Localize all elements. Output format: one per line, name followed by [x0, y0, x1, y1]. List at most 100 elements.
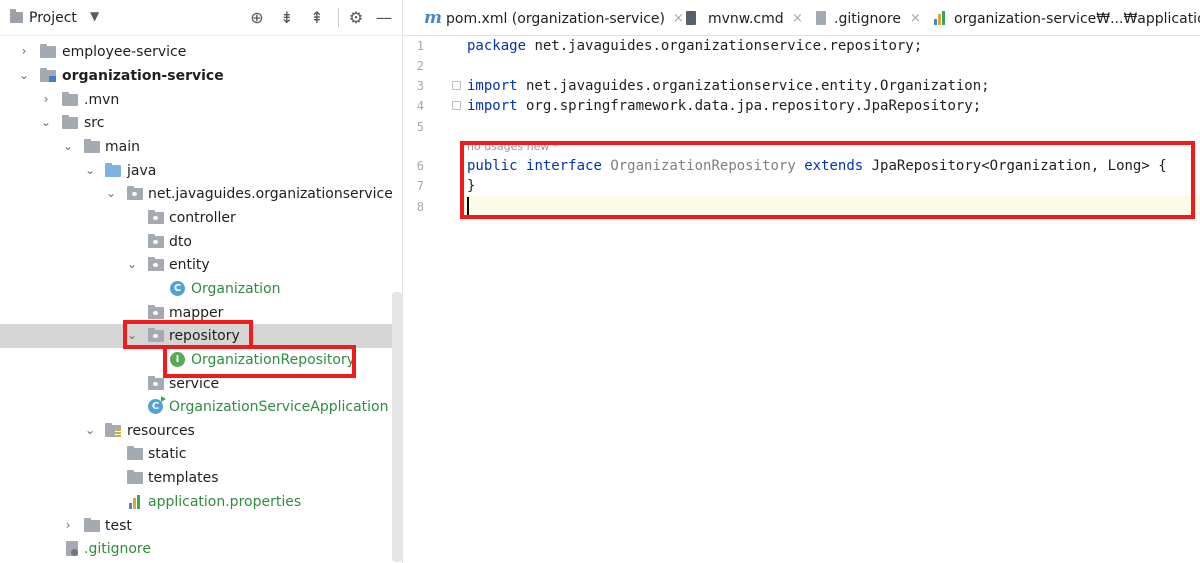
tab-gitignore[interactable]: .gitignore × — [816, 0, 928, 35]
tree-item-label: resources — [127, 423, 195, 439]
project-view-selector[interactable]: Project — [29, 10, 77, 26]
tree-item-label: templates — [148, 470, 219, 486]
tab-label: organization-service₩...₩application.pro… — [954, 11, 1200, 27]
tree-scrollbar[interactable] — [392, 292, 402, 562]
package-icon — [148, 257, 164, 271]
gitignore-file-icon — [816, 11, 826, 25]
code-line-4: import org.springframework.data.jpa.repo… — [467, 96, 981, 116]
tree-item-label: net.javaguides.organizationservice — [148, 186, 393, 202]
highlight-box-interface-code — [460, 141, 1195, 219]
close-icon[interactable]: × — [910, 10, 921, 28]
tree-item-organization-service[interactable]: ⌄ organization-service — [0, 64, 402, 88]
folder-icon — [84, 139, 100, 153]
package-icon — [148, 305, 164, 319]
project-panel: Project ▼ ⊕ ⇟ ⇞ ⚙ — › employee-service ⌄… — [0, 0, 403, 563]
tree-item-main[interactable]: ⌄ main — [0, 135, 402, 159]
module-folder-icon — [40, 68, 56, 82]
code-editor: m pom.xml (organization-service) × mvnw.… — [404, 0, 1200, 563]
properties-file-icon — [934, 11, 948, 25]
folder-icon — [62, 92, 78, 106]
tree-item-static[interactable]: static — [0, 442, 402, 466]
package-icon — [127, 186, 143, 200]
tab-application-properties[interactable]: organization-service₩...₩application.pro… — [934, 0, 1200, 35]
tree-item-templates[interactable]: templates — [0, 466, 402, 490]
tree-item-label: dto — [169, 234, 192, 250]
tree-item-controller[interactable]: controller — [0, 206, 402, 230]
highlight-box-organization-repository — [163, 345, 356, 378]
tree-item-label: src — [84, 115, 105, 131]
gitignore-file-icon — [66, 541, 78, 556]
code-line-3: import net.javaguides.organizationservic… — [467, 76, 990, 96]
tree-item-label: java — [127, 163, 157, 179]
code-keyword: package — [467, 38, 527, 54]
module-folder-icon — [40, 44, 56, 58]
properties-file-icon — [129, 495, 143, 509]
tree-item-label: application.properties — [148, 494, 302, 510]
tree-item-label: organization-service — [62, 68, 224, 84]
script-file-icon — [686, 11, 696, 25]
tab-pom-xml[interactable]: m pom.xml (organization-service) × — [424, 0, 684, 35]
tab-label: pom.xml (organization-service) — [446, 11, 665, 27]
tree-item-employee-service[interactable]: › employee-service — [0, 40, 402, 64]
chevron-down-icon[interactable]: ⌄ — [105, 185, 117, 201]
close-icon[interactable]: × — [792, 10, 803, 28]
tree-item-package[interactable]: ⌄ net.javaguides.organizationservice — [0, 182, 402, 206]
chevron-down-icon[interactable]: ⌄ — [18, 67, 30, 83]
chevron-down-icon[interactable]: ⌄ — [84, 422, 96, 438]
code-text: net.javaguides.organizationservice.entit… — [517, 78, 990, 94]
package-icon — [148, 210, 164, 224]
tree-item-resources[interactable]: ⌄ resources — [0, 419, 402, 443]
tree-item-organization[interactable]: C Organization — [0, 277, 402, 301]
tree-item-label: OrganizationServiceApplication — [169, 399, 389, 415]
code-keyword: import — [467, 78, 518, 94]
code-keyword: import — [467, 98, 518, 114]
spring-boot-class-icon: C — [148, 396, 166, 414]
hide-panel-icon[interactable]: — — [374, 8, 394, 28]
tree-item-java[interactable]: ⌄ java — [0, 159, 402, 183]
tree-item-application-properties[interactable]: application.properties — [0, 490, 402, 514]
close-icon[interactable]: × — [673, 10, 684, 28]
toolbar-divider — [338, 8, 339, 28]
chevron-right-icon[interactable]: › — [18, 43, 30, 59]
chevron-down-icon[interactable]: ⌄ — [62, 138, 74, 154]
tree-item-entity[interactable]: ⌄ entity — [0, 253, 402, 277]
chevron-down-icon[interactable]: ⌄ — [84, 162, 96, 178]
gear-icon[interactable]: ⚙ — [346, 8, 366, 28]
tree-item-label: entity — [169, 257, 210, 273]
tree-item-organization-service-application[interactable]: C OrganizationServiceApplication — [0, 395, 402, 419]
tree-item-dto[interactable]: dto — [0, 230, 402, 254]
package-icon — [148, 234, 164, 248]
folder-icon — [84, 518, 100, 532]
chevron-down-icon[interactable]: ⌄ — [126, 256, 138, 272]
chevron-down-icon[interactable]: ⌄ — [40, 114, 52, 130]
folder-icon — [62, 115, 78, 129]
tree-item-src[interactable]: ⌄ src — [0, 111, 402, 135]
tree-item-label: .gitignore — [84, 541, 151, 557]
collapse-all-icon[interactable]: ⇟ — [277, 8, 297, 28]
tree-item-label: static — [148, 446, 187, 462]
chevron-right-icon[interactable]: › — [62, 517, 74, 533]
project-folder-icon — [10, 9, 23, 23]
tree-item-label: .mvn — [84, 92, 120, 108]
editor-tab-bar: m pom.xml (organization-service) × mvnw.… — [404, 0, 1200, 36]
tree-item-label: employee-service — [62, 44, 187, 60]
tree-item-test[interactable]: › test — [0, 514, 402, 538]
locate-file-icon[interactable]: ⊕ — [247, 8, 267, 28]
source-folder-icon — [105, 163, 121, 177]
tab-mvnw-cmd[interactable]: mvnw.cmd × — [686, 0, 816, 35]
tree-item-label: main — [105, 139, 140, 155]
chevron-right-icon[interactable]: › — [40, 91, 52, 107]
folder-icon — [127, 446, 143, 460]
project-panel-header: Project ▼ ⊕ ⇟ ⇞ ⚙ — — [0, 0, 402, 36]
tab-label: mvnw.cmd — [708, 11, 784, 27]
code-text: net.javaguides.organizationservice.repos… — [526, 38, 923, 54]
code-area[interactable]: package net.javaguides.organizationservi… — [404, 36, 1200, 563]
resources-folder-icon — [105, 423, 121, 437]
expand-all-icon[interactable]: ⇞ — [307, 8, 327, 28]
tree-item-gitignore[interactable]: .gitignore — [0, 537, 402, 561]
code-text: org.springframework.data.jpa.repository.… — [517, 98, 982, 114]
chevron-down-icon[interactable]: ▼ — [90, 9, 99, 23]
tab-label: .gitignore — [834, 11, 901, 27]
maven-icon: m — [424, 8, 442, 28]
tree-item-mvn[interactable]: › .mvn — [0, 88, 402, 112]
